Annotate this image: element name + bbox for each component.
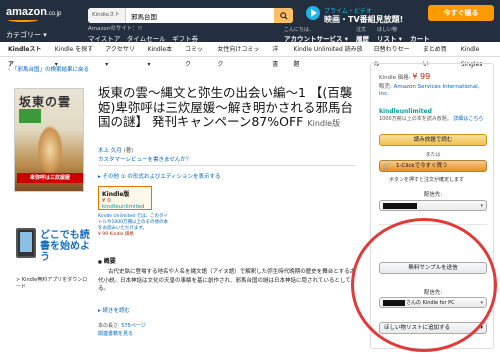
orders-link[interactable]: 注文 履歴 bbox=[356, 26, 369, 43]
subnav-item-womens-comics[interactable]: 女性向けコミック bbox=[217, 42, 262, 68]
author-link[interactable]: 木上 久月 bbox=[98, 148, 122, 154]
smile-arrow-icon bbox=[8, 18, 38, 22]
or-label: または bbox=[425, 152, 441, 158]
kindle-price: Kindle 価格: ¥ 99 bbox=[379, 72, 431, 81]
divider bbox=[98, 165, 356, 166]
seller-link[interactable]: Amazon Services International, Inc. bbox=[379, 84, 479, 97]
prime-video-banner[interactable]: プライム・ビデオ 映画・TV番組見放題! bbox=[306, 4, 424, 24]
one-click-buy-button[interactable]: 1-Clickで今すぐ買う bbox=[379, 160, 487, 172]
subnav-item-daily-deals[interactable]: 日替わりセール bbox=[374, 42, 413, 68]
page-count-link[interactable]: 575ページ bbox=[121, 323, 145, 329]
subnav-item-singles[interactable]: Kindle Singles bbox=[461, 42, 500, 68]
subnav-item-foreign-books[interactable]: 洋書 bbox=[272, 42, 283, 68]
prime-headline: 映画・TV番組見放題! bbox=[324, 15, 404, 24]
account-menu[interactable]: こんにちは、 アカウントサービス ▾ bbox=[284, 26, 348, 43]
format-option-kindle[interactable]: Kindle版 ¥ 0 kindleunlimited bbox=[98, 186, 152, 210]
back-to-results-link[interactable]: ‹ 「邪馬台国」の検索結果に戻る bbox=[8, 65, 89, 73]
tablet-icon bbox=[16, 228, 36, 258]
ku-details-link[interactable]: 詳細はこちら bbox=[453, 116, 483, 122]
subnav-item-find-kindle[interactable]: Kindle を探す ▾ bbox=[55, 42, 95, 68]
subnav-item-kindle-books[interactable]: Kindle本 ▾ bbox=[148, 42, 176, 68]
author-role: (著) bbox=[123, 148, 134, 154]
kindle-subnav: Kindleストア Kindle を探す ▾ アクセサリ ▾ Kindle本 ▾… bbox=[0, 42, 500, 68]
subnav-item-kindle-store[interactable]: Kindleストア bbox=[8, 42, 45, 68]
cover-badge bbox=[19, 109, 41, 123]
product-format: Kindle版 bbox=[307, 119, 341, 128]
redacted-device-name bbox=[383, 202, 417, 209]
deliver-to-select[interactable] bbox=[379, 200, 487, 211]
related-books-link[interactable]: 関連書籍を見る bbox=[98, 330, 146, 338]
product-details: 本の長さ: 575ページ 関連書籍を見る bbox=[98, 323, 146, 338]
product-summary: 概要 古代史執に登場する地名や人名を縄文語（アイヌ語）で解釈した弥生時代晩期の歴… bbox=[98, 256, 358, 294]
cover-banner: 卑弥呼は三炊屋媛 bbox=[17, 173, 83, 183]
search-department-select[interactable]: Kindleストア bbox=[88, 8, 126, 23]
highlight-circle-annotation bbox=[351, 218, 497, 352]
kindle-unlimited-note: Kindle Unlimited では、このタイトルや1000万冊以上のその他の… bbox=[98, 214, 168, 237]
categories-menu[interactable]: カテゴリー ▾ bbox=[6, 30, 47, 40]
read-unlimited-button[interactable]: 読み放題で読む bbox=[379, 134, 487, 146]
seller-info: 販売: Amazon Services International, Inc. bbox=[379, 84, 480, 97]
one-click-note: ボタンを押すと注文が確定します bbox=[389, 177, 465, 183]
kindle-app-download-link[interactable]: > Kindle無料アプリをダウンロード bbox=[16, 276, 92, 290]
wishlist-menu[interactable]: ほしい物 リスト ▾ bbox=[377, 26, 402, 43]
amazon-sites-link[interactable]: Amazonのサイト：!! bbox=[88, 26, 142, 33]
ku-description: 1000万冊以上の本を読み放題。 詳細はこちら bbox=[379, 116, 484, 122]
subnav-item-accessories[interactable]: アクセサリ ▾ bbox=[105, 42, 137, 68]
promo-headline: どこでも読書を始めよう bbox=[40, 230, 90, 263]
deliver-to-label: 配信先: bbox=[423, 192, 443, 198]
watch-now-button[interactable]: 今すぐ観る bbox=[428, 5, 494, 21]
kindle-app-promo[interactable]: どこでも読書を始めよう > Kindle無料アプリをダウンロード bbox=[14, 226, 92, 290]
summary-heading: 概要 bbox=[98, 256, 358, 265]
search-bar: Kindleストア bbox=[88, 8, 293, 23]
subnav-item-comics[interactable]: コミック bbox=[185, 42, 207, 68]
search-button[interactable] bbox=[274, 8, 293, 23]
cover-title: 坂東の雲 bbox=[19, 95, 72, 109]
search-icon bbox=[279, 11, 288, 20]
play-icon bbox=[306, 6, 320, 20]
summary-body: 古代史執に登場する地名や人名を縄文語（アイヌ語）で解釈した弥生時代晩期の歴史を舞… bbox=[98, 269, 356, 292]
book-cover-image[interactable]: 坂東の雲 卑弥呼は三炊屋媛 bbox=[14, 88, 84, 192]
cover-figure bbox=[37, 125, 63, 175]
read-more-link[interactable]: 続きを読む bbox=[98, 306, 131, 314]
top-navbar: amazon.co.jp Kindleストア プライム・ビデオ 映画・TV番組見… bbox=[0, 0, 500, 43]
subnav-item-bundles[interactable]: まとめ買い bbox=[423, 42, 451, 68]
kindle-unlimited-logo: kindleunlimited bbox=[379, 108, 432, 115]
amazon-logo[interactable]: amazon.co.jp bbox=[6, 6, 61, 22]
search-input[interactable] bbox=[128, 8, 273, 23]
subnav-item-unlimited[interactable]: Kindle Unlimited 読み放題 bbox=[293, 42, 363, 68]
other-formats-link[interactable]: ▸ その他 ① の形式およびエディションを表示する bbox=[98, 172, 221, 180]
write-review-link[interactable]: カスタマーレビューを書きませんか？ bbox=[98, 155, 191, 163]
product-title: 坂東の雲〜縄文と弥生の出会い編〜1 【(百襲姫)卑弥呼は三炊屋媛〜解き明かされる… bbox=[98, 85, 353, 129]
author-line: 木上 久月 (著) bbox=[98, 146, 133, 154]
